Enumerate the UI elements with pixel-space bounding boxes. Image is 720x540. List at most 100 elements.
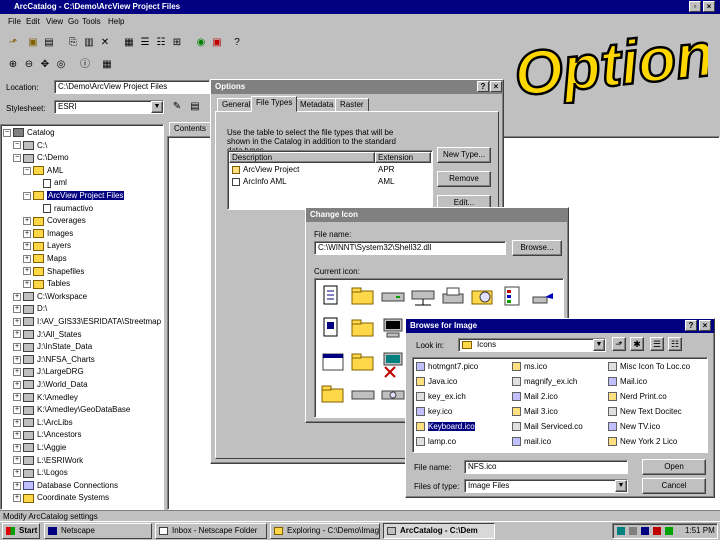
expand-toggle-icon[interactable]: + bbox=[13, 456, 21, 465]
tree-item[interactable]: + J:\LargeDRG bbox=[13, 366, 84, 378]
options-close-button[interactable]: × bbox=[490, 81, 502, 92]
connect-folder-icon[interactable]: ▣ bbox=[26, 36, 40, 50]
folder-icon[interactable] bbox=[351, 285, 377, 309]
change-icon-filename-field[interactable]: C:\WINNT\System32\Shell32.dll bbox=[314, 241, 506, 255]
menu-tools[interactable]: Tools bbox=[82, 17, 101, 26]
pan-icon[interactable]: ✥ bbox=[38, 58, 52, 72]
taskbar-exploring[interactable]: Exploring - C:\Demo\Images bbox=[270, 523, 380, 539]
stylesheet-dropdown-icon[interactable]: ▼ bbox=[151, 101, 163, 113]
file-item[interactable]: mail.ico bbox=[512, 436, 604, 448]
file-item[interactable]: key.ico bbox=[416, 406, 508, 418]
browse-close-button[interactable]: × bbox=[699, 320, 711, 331]
file-item[interactable]: New TV.ico bbox=[608, 421, 700, 433]
expand-toggle-icon[interactable]: − bbox=[3, 128, 11, 137]
expand-toggle-icon[interactable]: + bbox=[23, 280, 31, 289]
tray-icon-3[interactable] bbox=[641, 527, 649, 535]
main-title-bar[interactable]: ArcCatalog - C:\Demo\ArcView Project Fil… bbox=[0, 0, 720, 14]
open-button[interactable]: Open bbox=[642, 459, 706, 475]
tray-icon-2[interactable] bbox=[629, 527, 637, 535]
file-item[interactable]: hotmgnt7.pico bbox=[416, 361, 508, 373]
file-item[interactable]: Keyboard.ico bbox=[416, 421, 508, 433]
folder-icon-2[interactable] bbox=[351, 317, 377, 341]
expand-toggle-icon[interactable]: + bbox=[13, 406, 21, 415]
thumbnails-icon[interactable]: ⊞ bbox=[170, 36, 184, 50]
cd-drive-icon[interactable] bbox=[381, 383, 407, 407]
new-type-button[interactable]: New Type... bbox=[437, 147, 491, 163]
file-item[interactable]: Misc Icon To Loc.co bbox=[608, 361, 700, 373]
programs-icon[interactable] bbox=[501, 285, 527, 309]
close-button[interactable]: × bbox=[703, 1, 715, 12]
tree-item[interactable]: + D:\ bbox=[13, 303, 47, 315]
details-view-icon[interactable]: ☷ bbox=[668, 337, 682, 351]
tree-item[interactable]: + Images bbox=[23, 228, 73, 240]
tree-item[interactable]: + J:\All_States bbox=[13, 329, 81, 341]
column-description[interactable]: Description bbox=[229, 152, 375, 163]
tree-item[interactable]: + L:\Aggie bbox=[13, 442, 66, 454]
expand-toggle-icon[interactable]: + bbox=[13, 317, 21, 326]
expand-toggle-icon[interactable]: + bbox=[13, 368, 21, 377]
file-types-table[interactable]: Description Extension ArcView Project AP… bbox=[227, 150, 433, 210]
tree-item[interactable]: + Maps bbox=[23, 253, 67, 265]
full-extent-icon[interactable]: ◎ bbox=[54, 58, 68, 72]
expand-toggle-icon[interactable]: + bbox=[13, 330, 21, 339]
zoom-out-icon[interactable]: ⊖ bbox=[22, 58, 36, 72]
stylesheet-combo[interactable]: ESRI ▼ bbox=[54, 100, 164, 114]
tree-item[interactable]: + L:\Ancestors bbox=[13, 429, 81, 441]
folder-icon-4[interactable] bbox=[321, 383, 347, 407]
menu-file[interactable]: File bbox=[8, 17, 21, 26]
file-item[interactable]: ms.ico bbox=[512, 361, 604, 373]
tab-general[interactable]: General bbox=[217, 98, 256, 112]
tree-item[interactable]: + L:\Logos bbox=[13, 467, 68, 479]
hand-icon[interactable] bbox=[531, 285, 557, 309]
browse-filename-field[interactable]: NFS.ico bbox=[464, 460, 628, 474]
tree-item[interactable]: + Coverages bbox=[23, 215, 86, 227]
tab-metadata[interactable]: Metadata bbox=[295, 98, 339, 112]
tree-item[interactable]: − C:\Demo bbox=[13, 152, 69, 164]
expand-toggle-icon[interactable]: − bbox=[13, 154, 21, 163]
expand-toggle-icon[interactable]: + bbox=[13, 305, 21, 314]
expand-toggle-icon[interactable]: − bbox=[23, 191, 31, 200]
up-folder-icon[interactable]: ⬏ bbox=[6, 36, 20, 50]
row-aml-description[interactable]: ArcInfo AML bbox=[243, 177, 287, 186]
create-thumbnail-icon[interactable]: ▦ bbox=[100, 58, 114, 72]
expand-toggle-icon[interactable]: + bbox=[23, 217, 31, 226]
tree-item[interactable]: + L:\ArcLibs bbox=[13, 417, 73, 429]
tray-icon-5[interactable] bbox=[665, 527, 673, 535]
disconnect-icon[interactable]: ▤ bbox=[42, 36, 56, 50]
menu-go[interactable]: Go bbox=[68, 17, 79, 26]
zoom-in-icon[interactable]: ⊕ bbox=[6, 58, 20, 72]
tab-contents[interactable]: Contents bbox=[169, 122, 212, 136]
new-folder-icon[interactable]: ✱ bbox=[630, 337, 644, 351]
printer-icon[interactable] bbox=[441, 285, 467, 309]
tree-item[interactable]: − Catalog bbox=[3, 127, 55, 139]
file-item[interactable]: Mail 2.ico bbox=[512, 391, 604, 403]
taskbar-netscape[interactable]: Netscape bbox=[44, 523, 152, 539]
tray-icon-4[interactable] bbox=[653, 527, 661, 535]
tray-icon-1[interactable] bbox=[617, 527, 625, 535]
tree-item[interactable]: + K:\Amedley\GeoDataBase bbox=[13, 404, 130, 416]
cancel-button[interactable]: Cancel bbox=[642, 478, 706, 494]
file-item[interactable]: Java.ico bbox=[416, 376, 508, 388]
tree-item[interactable]: + J:\World_Data bbox=[13, 379, 88, 391]
location-combo[interactable]: C:\Demo\ArcView Project Files bbox=[54, 80, 210, 94]
drive-icon[interactable] bbox=[381, 285, 407, 309]
delete-icon[interactable]: ✕ bbox=[98, 36, 112, 50]
expand-toggle-icon[interactable]: + bbox=[13, 443, 21, 452]
column-extension[interactable]: Extension bbox=[375, 152, 431, 163]
expand-toggle-icon[interactable]: + bbox=[13, 393, 21, 402]
tree-item[interactable]: + Database Connections bbox=[13, 480, 118, 492]
expand-toggle-icon[interactable]: + bbox=[13, 380, 21, 389]
network-drive-icon[interactable] bbox=[411, 285, 437, 309]
file-item[interactable]: New Text Docitec bbox=[608, 406, 700, 418]
menu-help[interactable]: Help bbox=[108, 17, 124, 26]
tree-item[interactable]: + K:\Amedley bbox=[13, 392, 78, 404]
tab-file-types[interactable]: File Types bbox=[251, 96, 298, 112]
tree-item[interactable]: − ArcView Project Files bbox=[23, 190, 125, 202]
expand-toggle-icon[interactable]: − bbox=[13, 141, 21, 150]
tree-item[interactable]: + Layers bbox=[23, 240, 71, 252]
filetype-dropdown-icon[interactable]: ▼ bbox=[615, 480, 627, 492]
expand-toggle-icon[interactable]: + bbox=[13, 343, 21, 352]
tree-item[interactable]: + Shapefiles bbox=[23, 266, 84, 278]
expand-toggle-icon[interactable]: − bbox=[23, 166, 31, 175]
tree-item[interactable]: + C:\Workspace bbox=[13, 291, 87, 303]
